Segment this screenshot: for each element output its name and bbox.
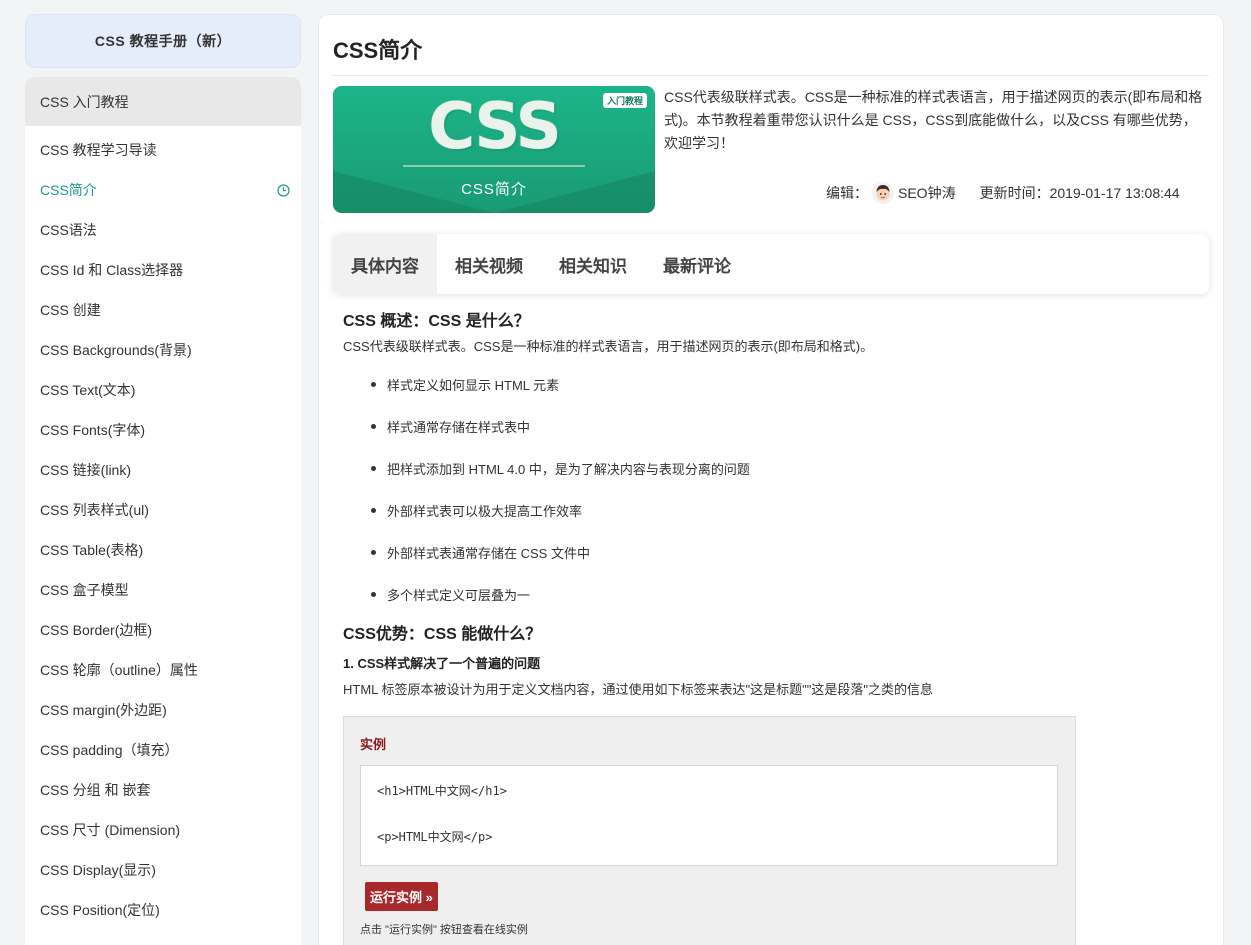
sidebar-item[interactable]: CSS语法	[25, 210, 301, 250]
list-item-text: 样式定义如何显示 HTML 元素	[387, 378, 560, 393]
editor-name[interactable]: SEO钟涛	[898, 183, 956, 203]
sidebar-item-label: CSS Table(表格)	[40, 542, 144, 558]
update-time: 2019-01-17 13:08:44	[1049, 185, 1180, 201]
sidebar-item-label: CSS 分组 和 嵌套	[40, 782, 151, 798]
tab-knowledge[interactable]: 相关知识	[541, 234, 645, 294]
title-divider	[333, 75, 1209, 76]
page-title: CSS简介	[333, 38, 423, 63]
section-heading-advantages: CSS优势：CSS 能做什么？	[343, 626, 542, 643]
list-item-text: 多个样式定义可层叠为一	[387, 588, 531, 603]
run-hint: 点击 "运行实例" 按钮查看在线实例	[360, 924, 528, 936]
content-tabs: 具体内容 相关视频 相关知识 最新评论	[333, 234, 1209, 294]
main-content: CSS简介 入门教程 CSS CSS简介 CSS代表级联样式表。CSS是一种标准…	[318, 14, 1224, 945]
list-item: 样式通常存储在样式表中	[371, 417, 1203, 459]
sidebar-item[interactable]: CSS 分组 和 嵌套	[25, 770, 301, 810]
sidebar-item-label: CSS 链接(link)	[40, 462, 132, 478]
sidebar-item[interactable]: CSS 列表样式(ul)	[25, 490, 301, 530]
list-item-text: 样式通常存储在样式表中	[387, 420, 531, 435]
sidebar-item[interactable]: CSS Text(文本)	[25, 370, 301, 410]
sidebar-list: CSS 教程学习导读 CSS简介 CSS语法 CSS Id 和 Class选择器…	[25, 126, 301, 930]
sidebar-item-active[interactable]: CSS简介	[25, 170, 301, 210]
sidebar-item-label: CSS Backgrounds(背景)	[40, 342, 192, 358]
list-item: 外部样式表可以极大提高工作效率	[371, 501, 1203, 543]
sidebar-item[interactable]: CSS Id 和 Class选择器	[25, 250, 301, 290]
bullet-icon	[371, 424, 376, 429]
feature-list: 样式定义如何显示 HTML 元素 样式通常存储在样式表中 把样式添加到 HTML…	[371, 375, 1203, 617]
list-item: 外部样式表通常存储在 CSS 文件中	[371, 543, 1203, 585]
tab-comments[interactable]: 最新评论	[645, 234, 749, 294]
overview-paragraph: CSS代表级联样式表。CSS是一种标准的样式表语言，用于描述网页的表示(即布局和…	[343, 339, 874, 354]
sidebar-header[interactable]: CSS 教程手册（新）	[25, 14, 301, 68]
bullet-icon	[371, 592, 376, 597]
tab-videos[interactable]: 相关视频	[437, 234, 541, 294]
update-label: 更新时间：	[979, 185, 1050, 201]
code-line: <h1>HTML中文网</h1>	[377, 784, 507, 798]
sidebar-item[interactable]: CSS 盒子模型	[25, 570, 301, 610]
subheading-point-1: 1. CSS样式解决了一个普遍的问题	[343, 656, 541, 671]
banner-subtitle: CSS简介	[461, 181, 527, 198]
sidebar-item[interactable]: CSS Backgrounds(背景)	[25, 330, 301, 370]
sidebar-item[interactable]: CSS padding（填充）	[25, 730, 301, 770]
clock-icon	[277, 183, 290, 197]
sidebar-item-label: CSS 轮廓（outline）属性	[40, 662, 198, 678]
banner-image: 入门教程 CSS CSS简介	[333, 86, 655, 213]
sidebar-item[interactable]: CSS Fonts(字体)	[25, 410, 301, 450]
section-heading-overview: CSS 概述：CSS 是什么？	[343, 313, 530, 330]
bullet-icon	[371, 508, 376, 513]
sidebar-item-label: CSS 列表样式(ul)	[40, 502, 149, 518]
sidebar-item-label: CSS 创建	[40, 302, 101, 318]
bullet-icon	[371, 382, 376, 387]
sidebar-item-label: CSS Display(显示)	[40, 862, 156, 878]
run-example-button[interactable]: 运行实例 »	[365, 882, 438, 911]
sidebar-item[interactable]: CSS 尺寸 (Dimension)	[25, 810, 301, 850]
sidebar-item[interactable]: CSS Table(表格)	[25, 530, 301, 570]
sidebar-item-label: CSS Text(文本)	[40, 382, 136, 398]
sidebar-item[interactable]: CSS 创建	[25, 290, 301, 330]
sidebar-item-label: CSS 尺寸 (Dimension)	[40, 822, 181, 838]
intro-text: CSS代表级联样式表。CSS是一种标准的样式表语言，用于描述网页的表示(即布局和…	[664, 89, 1203, 151]
sidebar-item[interactable]: CSS Border(边框)	[25, 610, 301, 650]
sidebar-item[interactable]: CSS 教程学习导读	[25, 130, 301, 170]
list-item: 把样式添加到 HTML 4.0 中，是为了解决内容与表现分离的问题	[371, 459, 1203, 501]
sidebar-item-label: CSS Border(边框)	[40, 622, 153, 638]
example-label: 实例	[360, 737, 387, 752]
point-1-paragraph: HTML 标签原本被设计为用于定义文档内容，通过使用如下标签来表达"这是标题""…	[343, 682, 933, 697]
list-item-text: 外部样式表通常存储在 CSS 文件中	[387, 546, 590, 561]
code-line: <p>HTML中文网</p>	[377, 830, 493, 844]
sidebar-item-label: CSS简介	[40, 182, 97, 198]
tab-content[interactable]: 具体内容	[333, 234, 437, 294]
sidebar-item[interactable]: CSS 链接(link)	[25, 450, 301, 490]
sidebar-item-label: CSS 教程学习导读	[40, 142, 157, 158]
list-item-text: 把样式添加到 HTML 4.0 中，是为了解决内容与表现分离的问题	[387, 462, 750, 477]
list-item-text: 外部样式表可以极大提高工作效率	[387, 504, 583, 519]
list-item: 多个样式定义可层叠为一	[371, 585, 1203, 617]
sidebar-item-label: CSS Position(定位)	[40, 902, 160, 918]
sidebar-section-title[interactable]: CSS 入门教程	[25, 77, 301, 126]
sidebar-panel: CSS 入门教程 CSS 教程学习导读 CSS简介 CSS语法 CSS Id 和…	[25, 77, 301, 945]
sidebar-item[interactable]: CSS Display(显示)	[25, 850, 301, 890]
sidebar-item[interactable]: CSS margin(外边距)	[25, 690, 301, 730]
example-box: 实例 <h1>HTML中文网</h1> <p>HTML中文网</p> 运行实例 …	[343, 716, 1076, 945]
avatar[interactable]	[872, 182, 894, 204]
sidebar-item-label: CSS 盒子模型	[40, 582, 129, 598]
bullet-icon	[371, 550, 376, 555]
sidebar-item-label: CSS padding（填充）	[40, 742, 179, 758]
sidebar-item[interactable]: CSS Position(定位)	[25, 890, 301, 930]
sidebar-item-label: CSS Id 和 Class选择器	[40, 262, 184, 278]
article-body: CSS 概述：CSS 是什么？ CSS代表级联样式表。CSS是一种标准的样式表语…	[343, 304, 1203, 700]
sidebar-item-label: CSS语法	[40, 222, 97, 238]
list-item: 样式定义如何显示 HTML 元素	[371, 375, 1203, 417]
sidebar: CSS 教程手册（新） CSS 入门教程 CSS 教程学习导读 CSS简介 CS…	[25, 14, 301, 945]
sidebar-item-label: CSS Fonts(字体)	[40, 422, 146, 438]
article-meta: 编辑： SEO钟涛 更新时间： 2019-01-17 13:08:44	[826, 182, 1180, 204]
sidebar-item-label: CSS margin(外边距)	[40, 702, 167, 718]
sidebar-item[interactable]: CSS 轮廓（outline）属性	[25, 650, 301, 690]
editor-label: 编辑：	[826, 185, 868, 201]
banner-logo-text: CSS	[428, 90, 561, 164]
bullet-icon	[371, 466, 376, 471]
code-block[interactable]: <h1>HTML中文网</h1> <p>HTML中文网</p>	[360, 765, 1058, 866]
